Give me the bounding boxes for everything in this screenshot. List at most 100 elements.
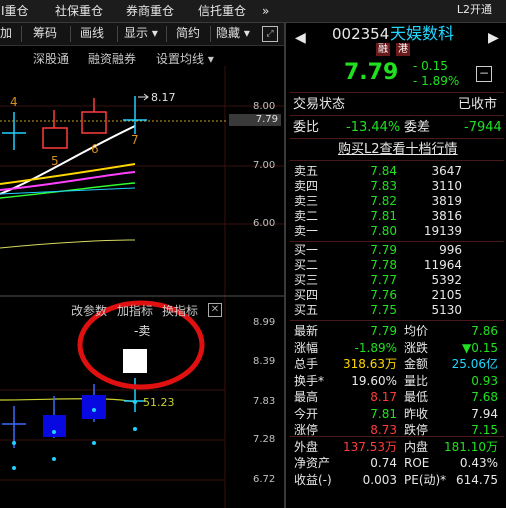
display-dropdown[interactable]: 显示 ▾ bbox=[124, 27, 158, 39]
stat-label: 收益(-) bbox=[294, 472, 332, 487]
stat-value: 0.93 bbox=[471, 373, 498, 388]
toolbar-divider bbox=[21, 26, 22, 42]
indicator-axis-label: 7.28 bbox=[253, 434, 276, 445]
stat-value: 7.81 bbox=[370, 406, 397, 421]
stat-value: -1.89% bbox=[354, 340, 397, 355]
candle-label-7: 7 bbox=[131, 133, 139, 147]
toolbar-divider bbox=[70, 26, 71, 42]
toolbar-divider bbox=[117, 26, 118, 42]
stat-value: 137.53万 bbox=[343, 439, 397, 454]
bid-level-label: 买三 bbox=[294, 273, 319, 287]
l2-open-button[interactable]: L2开通 bbox=[457, 4, 492, 15]
margin-trading-label[interactable]: 融资融券 bbox=[88, 53, 136, 65]
ask-level-label: 卖四 bbox=[294, 179, 319, 193]
ma-settings-dropdown[interactable]: 设置均线 ▾ bbox=[156, 53, 214, 65]
stat-label: 总手 bbox=[294, 357, 319, 371]
candle bbox=[42, 110, 68, 149]
current-price-tag: 7.79 bbox=[229, 114, 281, 126]
chart-toolbar: 加 筹码 画线 显示 ▾ 简约 隐藏 ▾ ⤢ bbox=[0, 23, 284, 46]
tab-heavy-holdings[interactable]: I重仓 bbox=[1, 5, 29, 17]
hk-connect-label[interactable]: 深股通 bbox=[33, 53, 69, 65]
ask-volume: 3110 bbox=[431, 179, 462, 193]
stat-label: 最新 bbox=[294, 324, 319, 338]
tab-trust[interactable]: 信托重仓 bbox=[198, 5, 246, 17]
high-marker-value: 8.17 bbox=[151, 91, 176, 104]
ask-price: 7.80 bbox=[370, 224, 397, 238]
stat-value: 7.94 bbox=[471, 406, 498, 421]
bid-diff-value: -7944 bbox=[464, 120, 502, 135]
kline-chart[interactable]: 4 5 6 7 8.17 -卖 51.23 bbox=[0, 66, 284, 508]
candle-label-4: 4 bbox=[10, 95, 18, 109]
stat-label: 涨幅 bbox=[294, 340, 319, 355]
candle-label-6: 6 bbox=[91, 142, 99, 156]
stat-value: 7.79 bbox=[370, 324, 397, 338]
ask-volume: 3819 bbox=[431, 194, 462, 208]
stat-label: 换手* bbox=[294, 373, 325, 388]
ma-cyan-line bbox=[0, 187, 136, 195]
bid-price: 7.75 bbox=[370, 303, 397, 317]
candle bbox=[123, 96, 147, 134]
simple-button[interactable]: 简约 bbox=[176, 27, 200, 39]
bid-price: 7.77 bbox=[370, 273, 397, 287]
draw-line-button[interactable]: 画线 bbox=[80, 27, 104, 39]
price-change: - 0.15 bbox=[413, 59, 448, 73]
bid-ratio-label: 委比 bbox=[293, 120, 320, 135]
edit-params-button[interactable]: 改参数 bbox=[71, 305, 107, 317]
stat-label: 最高 bbox=[294, 390, 319, 404]
stat-label: 涨跌 bbox=[404, 340, 429, 355]
hide-dropdown[interactable]: 隐藏 ▾ bbox=[216, 27, 250, 39]
bid-volume: 5392 bbox=[431, 273, 462, 287]
stat-value: 7.68 bbox=[471, 390, 498, 404]
stock-code: 002354 bbox=[332, 25, 390, 43]
tab-broker[interactable]: 券商重仓 bbox=[126, 5, 174, 17]
tab-social-security[interactable]: 社保重仓 bbox=[55, 5, 103, 17]
ask-volume: 19139 bbox=[423, 224, 462, 238]
chips-button[interactable]: 筹码 bbox=[33, 27, 57, 39]
stat-value: 318.63万 bbox=[343, 357, 397, 371]
candle-label-5: 5 bbox=[51, 154, 59, 168]
ask-price: 7.82 bbox=[370, 194, 397, 208]
next-stock-arrow-icon[interactable]: ▶ bbox=[488, 31, 499, 45]
bid-volume: 2105 bbox=[431, 288, 462, 302]
close-icon[interactable]: ✕ bbox=[208, 303, 222, 317]
ask-price: 7.84 bbox=[370, 164, 397, 178]
stat-value: 0.43% bbox=[459, 456, 498, 470]
price-axis-label: 8.00 bbox=[253, 101, 276, 112]
stat-label: ROE bbox=[404, 456, 430, 470]
stat-label: 净资产 bbox=[294, 456, 331, 470]
indicator-axis-label: 8.39 bbox=[253, 356, 276, 367]
bid-level-label: 买五 bbox=[294, 303, 319, 317]
stat-value: 181.10万 bbox=[444, 439, 498, 454]
bid-price: 7.76 bbox=[370, 288, 397, 302]
expand-icon[interactable]: ⤢ bbox=[262, 26, 278, 42]
stat-value: 19.60% bbox=[351, 373, 397, 388]
prev-stock-arrow-icon[interactable]: ◀ bbox=[295, 31, 306, 45]
stat-value: 0.74 bbox=[370, 456, 397, 470]
indicator-axis-label: 6.72 bbox=[253, 474, 276, 485]
stat-label: 涨停 bbox=[294, 423, 319, 437]
add-indicator-button[interactable]: 加指标 bbox=[117, 305, 153, 317]
bid-price: 7.79 bbox=[370, 243, 397, 257]
stat-value: 8.17 bbox=[370, 390, 397, 404]
stat-value: 25.06亿 bbox=[451, 357, 498, 371]
stat-value: 7.15 bbox=[471, 423, 498, 437]
add-button[interactable]: 加 bbox=[0, 27, 12, 39]
remove-watch-button[interactable]: − bbox=[476, 66, 492, 82]
stat-label: 量比 bbox=[404, 373, 429, 388]
ask-price: 7.83 bbox=[370, 179, 397, 193]
stat-label: 今开 bbox=[294, 406, 319, 421]
stat-label: 金额 bbox=[404, 357, 429, 371]
candle bbox=[81, 98, 107, 134]
indicator-axis-label: 8.99 bbox=[253, 317, 276, 328]
stat-label: 均价 bbox=[404, 324, 429, 338]
more-tabs-icon[interactable]: » bbox=[262, 5, 269, 17]
stat-value: 8.73 bbox=[370, 423, 397, 437]
panel-divider[interactable] bbox=[284, 22, 286, 508]
price-change-pct: - 1.89% bbox=[413, 74, 460, 88]
ask-level-label: 卖三 bbox=[294, 194, 319, 208]
hk-connect-badge: 港 bbox=[396, 43, 410, 56]
buy-l2-link[interactable]: 购买L2查看十档行情 bbox=[338, 143, 458, 156]
sell-signal-box bbox=[123, 349, 147, 373]
trading-status-value: 已收市 bbox=[458, 97, 498, 112]
switch-indicator-button[interactable]: 换指标 bbox=[162, 305, 198, 317]
